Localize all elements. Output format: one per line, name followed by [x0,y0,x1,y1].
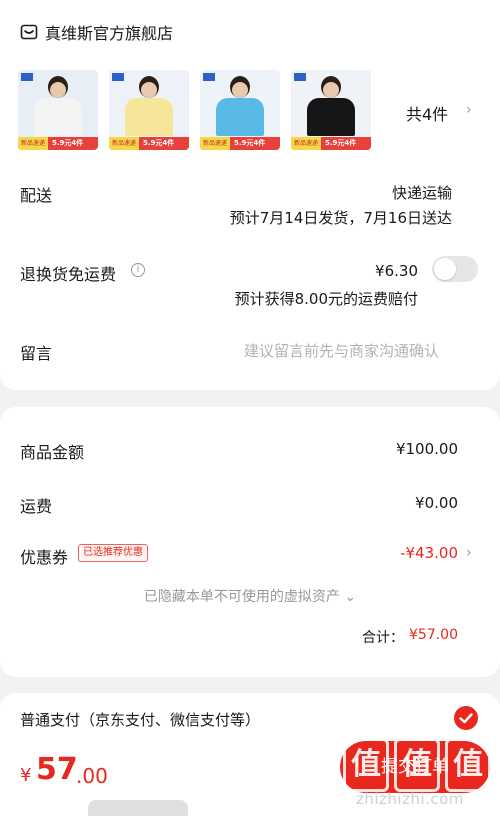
promo-banner: 新品速递 5.9元4件 [200,137,280,150]
delivery-estimate: 预计7月14日发货，7月16日送达 [229,209,452,227]
tshirt-image [216,98,264,136]
promo-tag-right: 5.9元4件 [143,139,175,147]
store-name: 真维斯官方旗舰店 [45,24,174,43]
promo-banner: 新品速递 5.9元4件 [18,137,98,150]
brand-logo [203,73,215,81]
watermark-char: 值 [343,738,389,792]
product-thumbnail[interactable]: 新品速递 5.9元4件 [109,70,189,150]
check-icon[interactable] [454,706,478,730]
watermark-logo: 值值值 [343,738,491,798]
promo-tag-left: 新品速递 [291,137,322,150]
coupon-value[interactable]: -¥43.00 [400,544,458,562]
price-integer: 57 [36,752,78,787]
delivery-method: 快递运输 [391,184,452,202]
total-label: 合计： [362,630,404,646]
coupon-badge: 已选推荐优惠 [78,544,148,562]
tshirt-image [307,98,355,136]
price-currency: ¥ [20,765,32,786]
store-header[interactable]: 真维斯官方旗舰店 [20,20,173,44]
promo-banner: 新品速递 5.9元4件 [109,137,189,150]
watermark-char: 值 [394,738,440,792]
home-indicator [88,800,188,816]
brand-logo [294,73,306,81]
goods-amount-label: 商品金额 [20,443,85,462]
promo-tag-right: 5.9元4件 [325,139,357,147]
promo-tag-left: 新品速递 [109,137,140,150]
return-insurance-label: 退换货免运费 [20,265,117,284]
model-face [141,82,157,98]
info-icon[interactable]: i [131,263,145,277]
model-face [232,82,248,98]
shipping-label: 运费 [20,497,53,516]
product-thumbnail-list[interactable]: 新品速递 5.9元4件 新品速递 5.9元4件 新品速递 5.9元4件 新品速递 5.9元4件 [18,70,382,150]
message-label: 留言 [20,344,53,363]
product-thumbnail[interactable]: 新品速递 5.9元4件 [18,70,98,150]
promo-tag-left: 新品速递 [18,137,49,150]
promo-tag-right: 5.9元4件 [234,139,266,147]
order-items-card: 真维斯官方旗舰店 新品速递 5.9元4件 新品速递 5.9元4件 新品速递 5.9元4件新… [0,0,500,390]
product-thumbnail[interactable]: 新品速递 5.9元4件 [291,70,371,150]
store-icon [20,23,38,41]
shipping-value: ¥0.00 [415,494,458,512]
watermark-url: zhizhizhi.com [356,790,464,808]
promo-tag-left: 新品速递 [200,137,231,150]
payment-method-label[interactable]: 普通支付（京东支付、微信支付等） [20,709,260,730]
watermark-char: 值 [445,738,491,792]
chevron-right-icon[interactable]: › [466,102,472,118]
return-insurance-toggle[interactable] [432,256,478,282]
hidden-assets-toggle[interactable]: 已隐藏本单不可使用的虚拟资产 ⌄ [0,586,500,606]
promo-tag-right: 5.9元4件 [52,139,84,147]
return-insurance-note: 预计获得8.00元的运费赔付 [234,290,418,308]
message-input[interactable]: 建议留言前先与商家沟通确认 [244,340,439,361]
tshirt-image [34,98,82,136]
brand-logo [21,73,33,81]
delivery-label: 配送 [20,186,53,205]
product-thumbnail[interactable]: 新品速递 5.9元4件 [200,70,280,150]
return-insurance-price: ¥6.30 [375,262,418,280]
goods-amount-value: ¥100.00 [395,440,458,458]
tshirt-image [125,98,173,136]
coupon-label[interactable]: 优惠券 [20,544,68,568]
chevron-right-icon[interactable]: › [466,545,472,561]
toggle-knob [434,258,456,280]
promo-banner: 新品速递 5.9元4件 [291,137,371,150]
brand-logo [112,73,124,81]
total-value: ¥57.00 [409,627,458,643]
item-count-label[interactable]: 共4件 [406,101,448,125]
model-face [50,82,66,98]
model-face [323,82,339,98]
price-decimal: .00 [76,764,108,788]
